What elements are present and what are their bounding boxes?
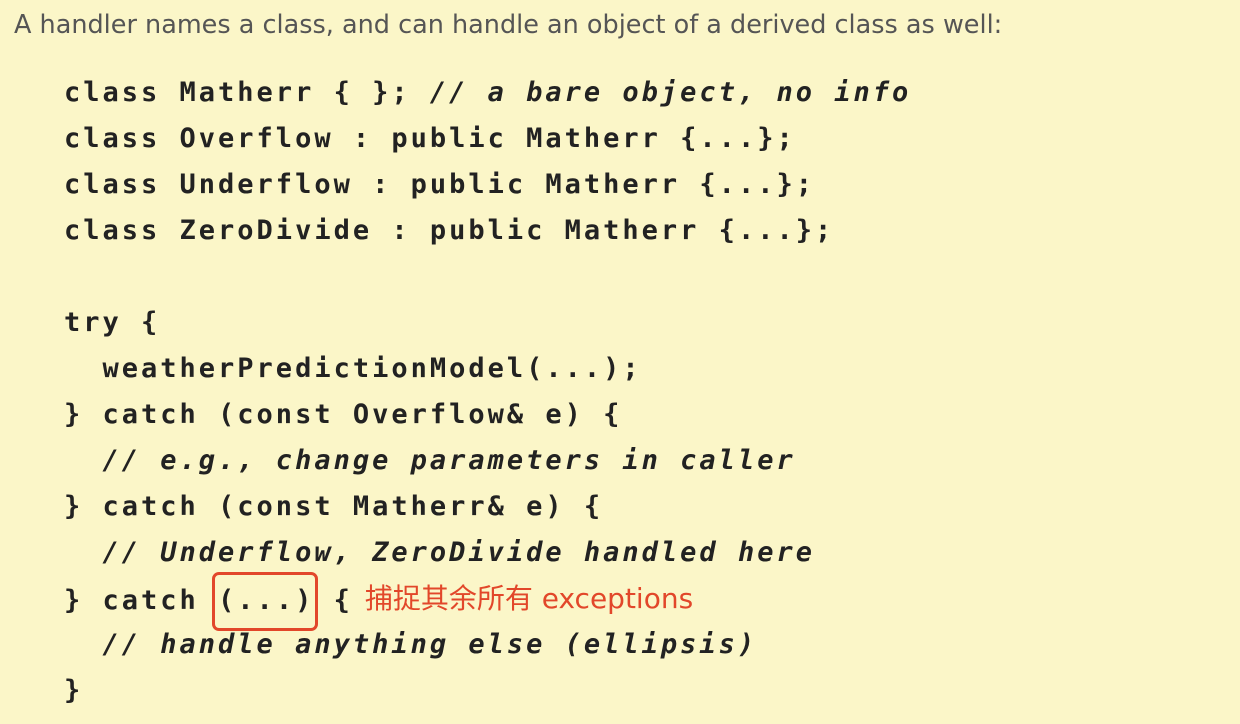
code-text: class Matherr { }; (64, 77, 430, 108)
annotation-text: 捕捉其余所有 exceptions (364, 582, 694, 615)
code-line: class Underflow : public Matherr {...}; (64, 169, 815, 200)
code-text: { (314, 585, 353, 616)
code-line: } catch (const Overflow& e) { (64, 399, 623, 430)
ellipsis-highlight-box: (...) (212, 572, 319, 631)
code-line: } (64, 675, 84, 706)
code-comment-line: // handle anything else (ellipsis) (64, 629, 758, 660)
intro-text: A handler names a class, and can handle … (14, 10, 1003, 40)
code-block: class Matherr { }; // a bare object, no … (64, 70, 911, 714)
code-comment: // a bare object, no info (429, 77, 912, 108)
code-comment-line: // Underflow, ZeroDivide handled here (64, 537, 815, 568)
code-line: weatherPredictionModel(...); (64, 353, 642, 384)
code-line-catch-all: } catch (...) { 捕捉其余所有 exceptions (64, 572, 911, 631)
code-comment-line: // e.g., change parameters in caller (64, 445, 796, 476)
code-line: } catch (const Matherr& e) { (64, 491, 604, 522)
code-line: class ZeroDivide : public Matherr {...}; (64, 215, 835, 246)
code-line: class Overflow : public Matherr {...}; (64, 123, 796, 154)
code-line: try { (64, 307, 161, 338)
code-text: } catch (64, 585, 219, 616)
code-line: class Matherr { }; // a bare object, no … (64, 70, 911, 116)
